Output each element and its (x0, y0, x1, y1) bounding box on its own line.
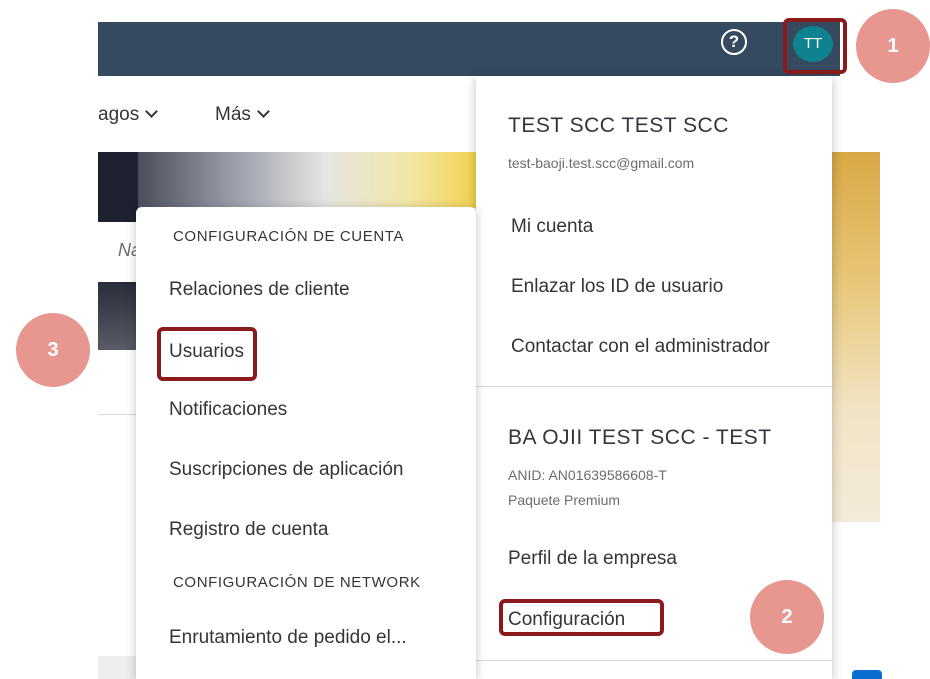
nav-item-mas-label: Más (215, 104, 251, 125)
menu-divider (476, 386, 832, 387)
step-badge-1: 1 (856, 9, 930, 83)
background-divider (98, 414, 138, 415)
section-title-cuenta: CONFIGURACIÓN DE CUENTA (173, 228, 405, 245)
menu-item-notificaciones[interactable]: Notificaciones (169, 399, 287, 421)
company-package: Paquete Premium (508, 492, 621, 508)
hero-image-left (98, 152, 138, 222)
company-anid: ANID: AN01639586608-T (508, 467, 667, 483)
menu-item-suscripciones[interactable]: Suscripciones de aplicación (169, 459, 403, 481)
chevron-down-icon (257, 105, 270, 118)
help-icon[interactable]: ? (721, 29, 747, 55)
usuarios-highlight-box (157, 327, 257, 381)
hero-image-strip (138, 152, 478, 208)
hero-image-right (830, 152, 880, 522)
company-name: BA OJII TEST SCC - TEST (508, 426, 772, 449)
step-badge-2: 2 (750, 580, 824, 654)
menu-item-registro-cuenta[interactable]: Registro de cuenta (169, 519, 329, 541)
nav-item-pagos-label: agos (98, 104, 140, 125)
nav-item-mas[interactable]: Más (215, 104, 270, 126)
background-footer-strip (98, 656, 138, 679)
menu-divider-bottom (476, 660, 832, 661)
section-title-network: CONFIGURACIÓN DE NETWORK (173, 574, 421, 591)
chevron-down-icon (145, 105, 159, 118)
background-blue-button[interactable] (852, 670, 882, 679)
configuration-menu: CONFIGURACIÓN DE CUENTA Relaciones de cl… (136, 207, 476, 679)
hero-image-left-lower (98, 282, 138, 350)
nav-item-pagos[interactable]: agos (98, 104, 159, 126)
menu-item-perfil-empresa[interactable]: Perfil de la empresa (508, 548, 677, 570)
menu-item-relaciones-cliente[interactable]: Relaciones de cliente (169, 279, 350, 301)
menu-item-enrutamiento-pedido[interactable]: Enrutamiento de pedido el... (169, 627, 407, 649)
user-email: test-baoji.test.scc@gmail.com (508, 155, 695, 171)
menu-item-contactar-admin[interactable]: Contactar con el administrador (511, 336, 770, 358)
user-name: TEST SCC TEST SCC (508, 114, 729, 137)
configuracion-highlight-box (499, 599, 664, 636)
avatar-highlight-box (783, 18, 847, 74)
step-badge-3: 3 (16, 313, 90, 387)
menu-item-mi-cuenta[interactable]: Mi cuenta (511, 216, 593, 238)
menu-item-enlazar-ids[interactable]: Enlazar los ID de usuario (511, 276, 723, 298)
